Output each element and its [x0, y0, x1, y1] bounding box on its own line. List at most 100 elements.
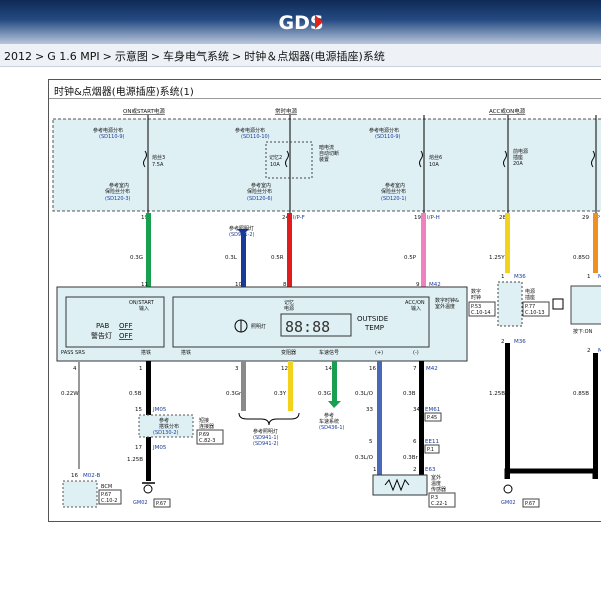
memory-2: 电源	[284, 305, 294, 312]
temp-sensor-box	[372, 474, 428, 496]
wire-03b-label: 0.3B	[403, 391, 416, 397]
lcd-digits: 88:88	[285, 318, 330, 336]
ref-power-1-code: (SD110-9)	[99, 134, 125, 140]
illum-label: 照明灯	[251, 323, 266, 330]
ref-light-2: 参考照明灯	[253, 428, 278, 435]
wire-grey	[241, 361, 246, 411]
pab-lamp-label: 警告灯	[91, 331, 112, 340]
conn-em61: EM61	[425, 407, 440, 413]
ground-gm02b: GM02	[501, 500, 516, 506]
pin-1b: 1	[587, 274, 591, 280]
conn-m36b: M36	[514, 339, 526, 345]
breadcrumb-item-body-electrical[interactable]: 车身电气系统	[163, 50, 229, 63]
wire-125b-label: 1.25B	[489, 391, 505, 397]
ref-speed-1: 参考	[324, 412, 334, 419]
fuse-6-rating: 10A	[429, 162, 439, 168]
auto-cut-1: 暗电流	[319, 144, 334, 151]
wire-022w-label: 0.22W	[61, 391, 79, 397]
ground-terminal-icon	[503, 484, 513, 494]
wire-03gr-label: 0.3Gr	[226, 391, 242, 397]
fuse-3-rating: 7.5A	[152, 162, 164, 168]
pin-2c: 2	[413, 467, 417, 473]
wire-03y-label: 0.3Y	[274, 391, 287, 397]
wire-125y-label: 1.25Y	[489, 255, 505, 261]
ref-room-3-code: (SD120-1)	[381, 196, 407, 202]
sensor-label-3: 传感器	[431, 486, 446, 493]
speed-label: 车速信号	[319, 349, 339, 356]
fuse-memory-label: 记忆2	[269, 154, 282, 161]
fuse-front-label: 前电源	[513, 148, 528, 155]
ref-ground-1: 参考	[159, 417, 169, 424]
pass-srs-label: PASS SRS	[61, 350, 85, 356]
pin-6: 6	[413, 439, 417, 445]
conn-m36: M36	[514, 274, 526, 280]
ref-room-1-code: (SD120-3)	[105, 196, 131, 202]
fuse-memory-rating: 10A	[270, 162, 280, 168]
wire-085b-label: 0.85B	[573, 391, 589, 397]
ref-power-2: 参考电源分布	[235, 127, 265, 134]
conn-m028: M02-B	[83, 473, 101, 479]
socket-code-2: C.10-13	[525, 310, 545, 316]
header-bar: GDS	[0, 0, 601, 44]
pab-label: PAB	[96, 322, 110, 330]
ref-room-3a: 参考室内	[385, 182, 405, 189]
power-label-on-start: ON或START电源	[123, 107, 165, 115]
ref-ground-code: (SD130-2)	[153, 430, 179, 436]
ref-room-2-code: (SD120-6)	[247, 196, 273, 202]
bcm-label: BCM	[101, 484, 112, 490]
wire-yellow	[505, 213, 510, 273]
wire-05b-label: 0.5B	[129, 391, 142, 397]
conn-ipf: I/P-F	[293, 215, 305, 221]
bcm-code-2: C.10-2	[101, 498, 117, 504]
wire-yellow-2	[288, 361, 293, 411]
wiring-diagram: ON或START电源 常时电源 ACC或ON电源 参考电源分布 (SD110-9…	[52, 107, 601, 508]
pin-12: 12	[281, 366, 288, 372]
pin-3: 3	[235, 366, 239, 372]
auto-cut-2: 自动切断	[319, 150, 339, 157]
ref-speed-2: 车速系统	[319, 418, 339, 425]
breadcrumb-item-clock-lighter[interactable]: 时钟＆点烟器(电源插座)系统	[244, 50, 385, 63]
conn-e63: E63	[425, 467, 436, 473]
ground-label-1: 搭铁	[141, 349, 151, 356]
socket-label-2: 插座	[525, 294, 535, 301]
brace-bracket	[238, 412, 300, 426]
breadcrumb-separator: >	[102, 50, 112, 63]
clock-label-2: 时钟	[471, 294, 481, 301]
short-code-2: C.82-3	[199, 438, 215, 444]
wire-black-3	[505, 343, 510, 479]
lighter-switch-box	[570, 285, 601, 325]
socket-label-1: 电源	[525, 288, 535, 295]
breadcrumb: 2012 > G 1.6 MPI > 示意图 > 车身电气系统 > 时钟＆点烟器(电源插座)系统	[0, 44, 601, 67]
conn-ee11: EE11	[425, 439, 439, 445]
wire-03l-label: 0.3L	[225, 255, 238, 261]
pab-off-label-2: OFF	[119, 332, 133, 340]
pin-1a: 1	[501, 274, 505, 280]
fuse-6-label: 熔丝6	[429, 154, 442, 161]
acc-on-2: 输入	[411, 305, 421, 312]
pab-off-label: OFF	[119, 322, 133, 330]
ref-light-1-code: (SD941-2)	[229, 232, 255, 238]
pin-34: 34	[413, 407, 420, 413]
wire-orange	[593, 213, 598, 273]
pin-19b: 19	[414, 215, 421, 221]
pin-2a: 2	[501, 339, 505, 345]
breadcrumb-item-year[interactable]: 2012	[4, 50, 32, 63]
short-conn-2: 连接器	[199, 423, 214, 430]
breadcrumb-item-engine[interactable]: G 1.6 MPI	[47, 50, 99, 63]
em61-code: P.45	[427, 415, 437, 421]
ground-gm02a-code: P.67	[156, 501, 166, 507]
wire-green	[146, 213, 151, 287]
wire-blue-orange	[377, 361, 382, 477]
socket-box	[497, 281, 523, 327]
fuse-3-label: 熔丝3	[152, 154, 165, 161]
wire-black-4	[593, 353, 598, 479]
wire-black-join	[504, 468, 598, 479]
ee11-code: P.1	[427, 447, 434, 453]
press-on-label: 按下:ON	[573, 328, 593, 335]
ref-room-3b: 保险丝分布	[381, 188, 406, 195]
sensor-label-1: 室外	[431, 474, 441, 481]
breadcrumb-item-schematic[interactable]: 示意图	[115, 50, 148, 63]
wire-black-2	[419, 361, 424, 477]
wire-085o-label: 0.85O	[573, 255, 590, 261]
outside-label: OUTSIDE	[357, 315, 388, 323]
